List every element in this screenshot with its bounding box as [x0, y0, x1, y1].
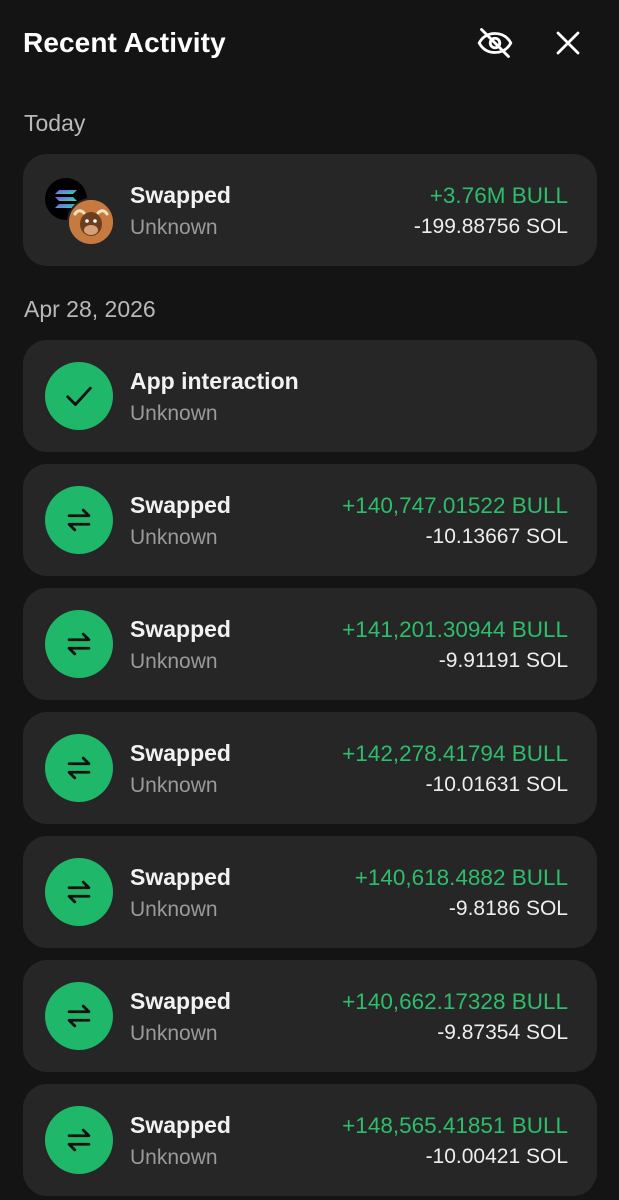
- activity-title: Swapped: [130, 864, 231, 890]
- activity-title: Swapped: [130, 740, 231, 766]
- close-icon: [553, 28, 583, 63]
- activity-title: Swapped: [130, 616, 231, 642]
- amount-received: +148,565.41851 BULL: [342, 1113, 568, 1138]
- activity-subtitle: Unknown: [130, 650, 218, 673]
- amount-received: +3.76M BULL: [429, 183, 568, 208]
- amount-sent: -10.13667 SOL: [425, 525, 568, 548]
- swap-arrows-icon: [45, 982, 113, 1050]
- activity-subtitle: Unknown: [130, 526, 218, 549]
- activity-item[interactable]: Swapped Unknown +3.76M BULL -199.88756 S…: [23, 154, 597, 266]
- page-title: Recent Activity: [23, 27, 226, 58]
- activity-item[interactable]: Swapped Unknown +140,618.4882 BULL -9.81…: [23, 836, 597, 948]
- activity-item[interactable]: Swapped Unknown +140,747.01522 BULL -10.…: [23, 464, 597, 576]
- section-label-today: Today: [24, 110, 86, 136]
- swap-arrows-icon: [45, 1106, 113, 1174]
- activity-subtitle: Unknown: [130, 774, 218, 797]
- amount-sent: -10.00421 SOL: [425, 1145, 568, 1168]
- amount-received: +140,618.4882 BULL: [354, 865, 568, 890]
- bull-token-icon: [67, 198, 115, 246]
- amount-sent: -9.87354 SOL: [437, 1021, 568, 1044]
- swap-arrows-icon: [45, 858, 113, 926]
- activity-title: Swapped: [130, 988, 231, 1014]
- activity-subtitle: Unknown: [130, 898, 218, 921]
- activity-list: Today Swapped Unknown +3.76M BULL -199.8…: [23, 92, 597, 1200]
- activity-title: Swapped: [130, 1112, 231, 1138]
- amount-received: +140,662.17328 BULL: [342, 989, 568, 1014]
- token-pair-avatar: [45, 178, 115, 246]
- activity-item[interactable]: Swapped Unknown +148,565.41851 BULL -10.…: [23, 1084, 597, 1196]
- activity-item[interactable]: Swapped Unknown +141,201.30944 BULL -9.9…: [23, 588, 597, 700]
- activity-item[interactable]: Swapped Unknown +142,278.41794 BULL -10.…: [23, 712, 597, 824]
- amount-sent: -10.01631 SOL: [425, 773, 568, 796]
- amount-received: +141,201.30944 BULL: [342, 617, 568, 642]
- header: Recent Activity: [0, 0, 619, 92]
- activity-subtitle: Unknown: [130, 402, 218, 425]
- amount-received: +140,747.01522 BULL: [342, 493, 568, 518]
- section-label-date: Apr 28, 2026: [24, 296, 156, 322]
- checkmark-icon: [45, 362, 113, 430]
- amount-received: +142,278.41794 BULL: [342, 741, 568, 766]
- amount-sent: -199.88756 SOL: [413, 215, 568, 238]
- recent-activity-screen: Recent Activity Today Swapped Unknown +3…: [0, 0, 619, 1200]
- hide-balances-button[interactable]: [474, 24, 516, 66]
- swap-arrows-icon: [45, 610, 113, 678]
- amount-sent: -9.91191 SOL: [438, 649, 568, 672]
- activity-subtitle: Unknown: [130, 216, 218, 239]
- activity-subtitle: Unknown: [130, 1022, 218, 1045]
- activity-title: App interaction: [130, 368, 299, 394]
- activity-item[interactable]: App interaction Unknown: [23, 340, 597, 452]
- amount-sent: -9.8186 SOL: [448, 897, 568, 920]
- activity-title: Swapped: [130, 182, 231, 208]
- close-button[interactable]: [547, 24, 589, 66]
- swap-arrows-icon: [45, 734, 113, 802]
- activity-subtitle: Unknown: [130, 1146, 218, 1169]
- activity-title: Swapped: [130, 492, 231, 518]
- swap-arrows-icon: [45, 486, 113, 554]
- activity-item[interactable]: Swapped Unknown +140,662.17328 BULL -9.8…: [23, 960, 597, 1072]
- eye-off-icon: [476, 24, 514, 67]
